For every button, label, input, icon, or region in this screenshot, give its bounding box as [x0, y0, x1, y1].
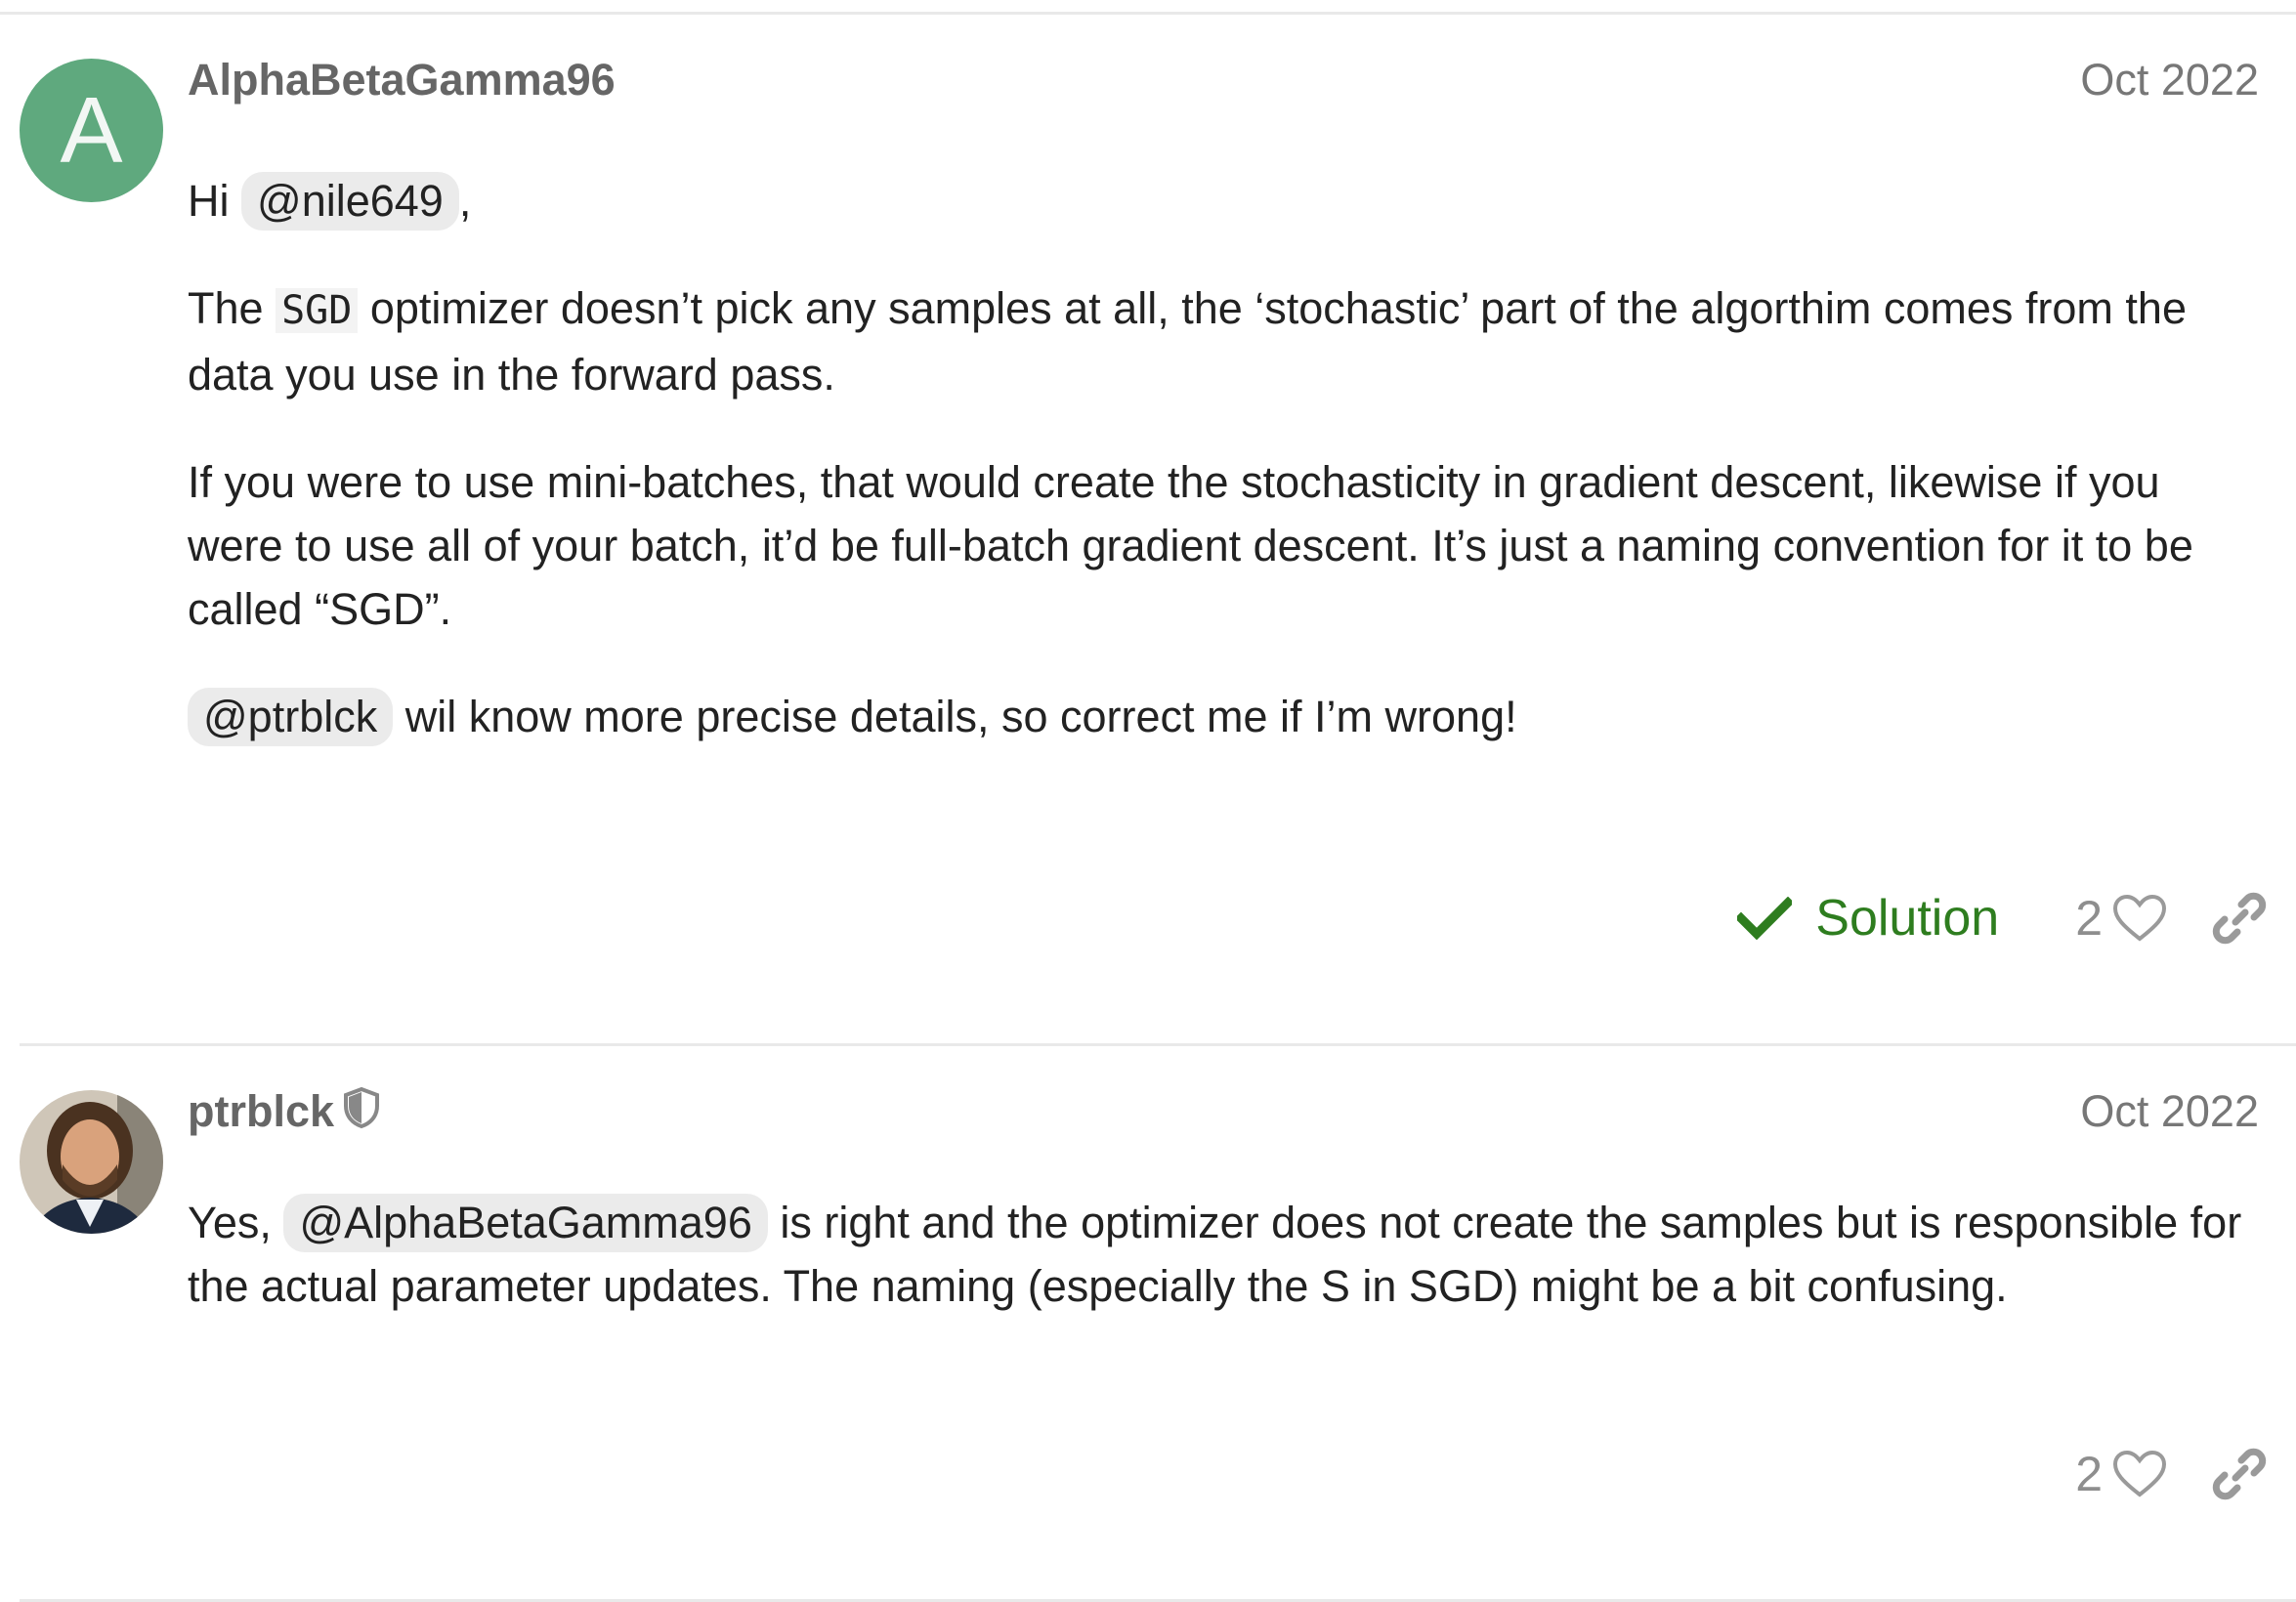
avatar[interactable]: A — [20, 59, 163, 202]
post-body: Yes, @AlphaBetaGamma96 is right and the … — [188, 1191, 2249, 1318]
paragraph: The SGD optimizer doesn’t pick any sampl… — [188, 276, 2249, 406]
avatar[interactable] — [20, 1090, 163, 1234]
avatar-letter: A — [60, 78, 123, 183]
post-alphabetagamma96: A AlphaBetaGamma96 Oct 2022 Hi @nile649,… — [0, 15, 2296, 1043]
checkmark-icon — [1737, 897, 1793, 940]
shield-icon — [342, 1085, 381, 1144]
username-text: ptrblck — [188, 1086, 335, 1136]
post-actions: Solution 2 — [1737, 879, 2267, 957]
heart-icon[interactable] — [2112, 894, 2167, 943]
mention-ptrblck[interactable]: @ptrblck — [188, 688, 394, 746]
comma-text: , — [458, 176, 472, 226]
text: The — [188, 283, 264, 333]
heart-icon[interactable] — [2112, 1450, 2167, 1498]
text: wil know more precise details, so correc… — [404, 692, 1517, 741]
post-actions: 2 — [2075, 1435, 2267, 1513]
text: optimizer doesn’t pick any samples at al… — [188, 283, 2187, 400]
link-icon[interactable] — [2212, 891, 2267, 946]
paragraph: @ptrblck wil know more precise details, … — [188, 685, 2249, 748]
profile-photo — [20, 1090, 163, 1234]
username[interactable]: AlphaBetaGamma96 — [188, 51, 616, 109]
inline-code: SGD — [276, 288, 359, 333]
paragraph: Yes, @AlphaBetaGamma96 is right and the … — [188, 1191, 2249, 1318]
mention-alphabetagamma96[interactable]: @AlphaBetaGamma96 — [283, 1194, 768, 1252]
text: Yes, — [188, 1198, 272, 1247]
paragraph: If you were to use mini-batches, that wo… — [188, 457, 2193, 634]
post-date[interactable]: Oct 2022 — [2080, 1082, 2259, 1141]
like-count[interactable]: 2 — [2075, 890, 2103, 947]
post-body: Hi @nile649, The SGD optimizer doesn’t p… — [188, 169, 2249, 748]
post-ptrblck: ptrblck Oct 2022 Yes, @AlphaBetaGamma96 … — [0, 1046, 2296, 1602]
solution-label: Solution — [1815, 890, 2000, 947]
paragraph: Hi @nile649, — [188, 169, 2249, 232]
mention-nile649[interactable]: @nile649 — [241, 172, 459, 231]
solution-button[interactable]: Solution — [1737, 889, 1999, 948]
link-icon[interactable] — [2212, 1447, 2267, 1501]
username[interactable]: ptrblck — [188, 1082, 381, 1144]
post-date[interactable]: Oct 2022 — [2080, 51, 2259, 109]
like-count[interactable]: 2 — [2075, 1446, 2103, 1502]
greeting-text: Hi — [188, 176, 230, 226]
